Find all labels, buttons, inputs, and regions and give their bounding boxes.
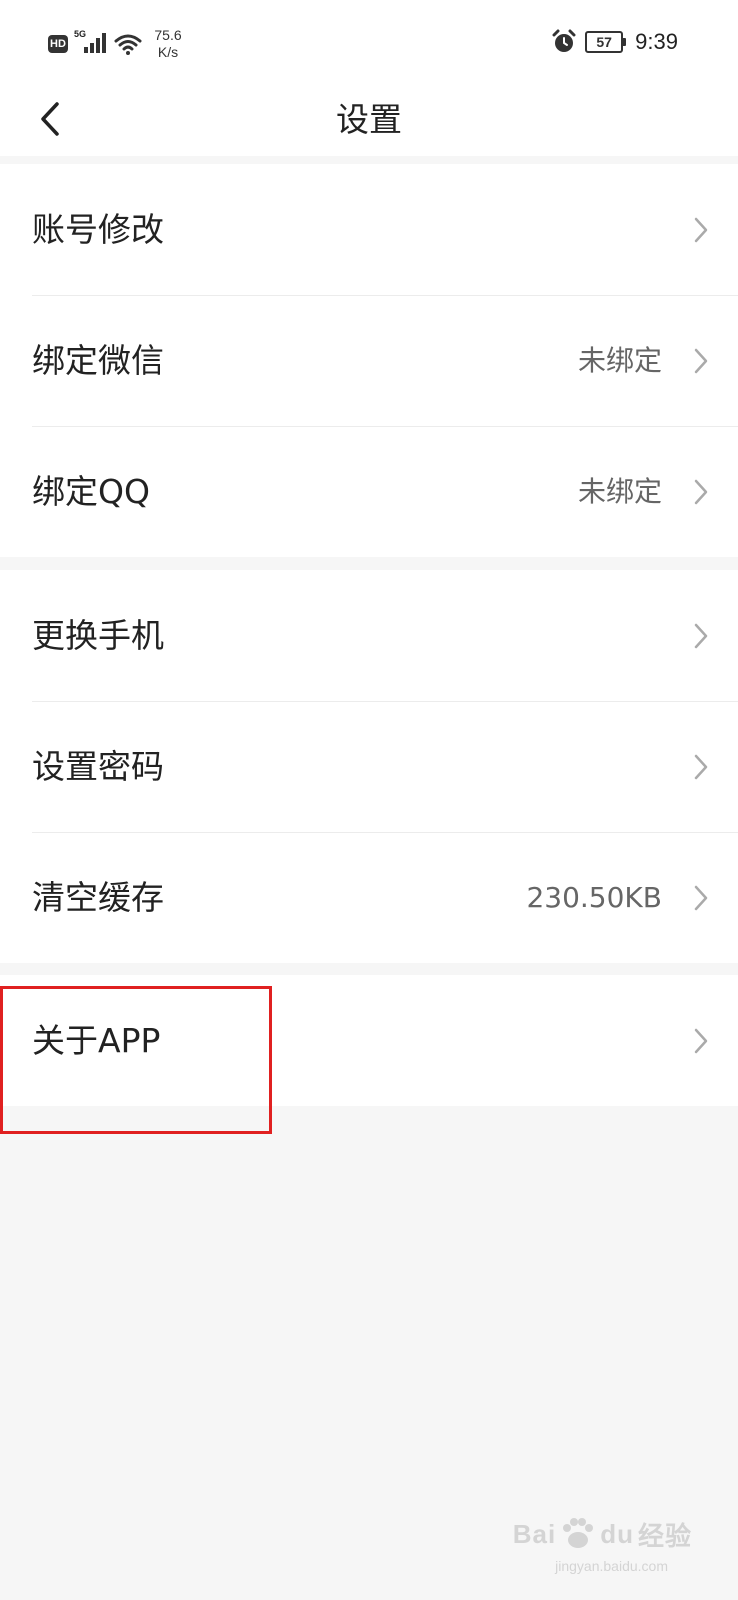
row-label: 绑定QQ	[32, 472, 150, 511]
settings-group-security: 更换手机 设置密码 清空缓存 230.50KB	[0, 570, 738, 963]
network-speed-unit: K/s	[157, 44, 179, 60]
network-speed-value: 75.6	[154, 27, 182, 43]
settings-row-clear-cache[interactable]: 清空缓存 230.50KB	[0, 832, 738, 963]
settings-row-set-password[interactable]: 设置密码	[0, 701, 738, 832]
row-label: 账号修改	[32, 210, 164, 249]
hd-badge: HD	[48, 35, 68, 53]
chevron-right-icon	[694, 623, 708, 649]
settings-row-bind-qq[interactable]: 绑定QQ 未绑定	[0, 426, 738, 557]
cellular-signal-icon: 5G	[74, 29, 110, 59]
chevron-right-icon	[694, 479, 708, 505]
row-value: 未绑定	[577, 475, 662, 508]
watermark-brand-right: du	[600, 1518, 634, 1549]
navigation-bar: 设置	[0, 84, 738, 156]
chevron-right-icon	[694, 754, 708, 780]
baidu-jingyan-watermark: Bai du 经验	[513, 1514, 692, 1554]
watermark-brand-cn: 经验	[637, 1520, 692, 1551]
row-value: 未绑定	[577, 344, 662, 377]
watermark-url: jingyan.baidu.com	[555, 1558, 668, 1574]
chevron-right-icon	[694, 217, 708, 243]
alarm-clock-icon	[552, 29, 576, 52]
settings-group-about: 关于APP	[0, 975, 738, 1106]
cache-size-value: 230.50KB	[526, 881, 662, 914]
status-right: 57 9:39	[551, 26, 678, 58]
signal-bars-icon	[84, 33, 106, 53]
page-title: 设置	[336, 100, 402, 139]
status-time: 9:39	[635, 29, 678, 54]
watermark-brand-left: Bai	[512, 1518, 557, 1549]
settings-group-account: 账号修改 绑定微信 未绑定 绑定QQ 未绑定	[0, 164, 738, 557]
row-label: 关于APP	[32, 1021, 161, 1060]
settings-row-bind-wechat[interactable]: 绑定微信 未绑定	[0, 295, 738, 426]
row-label: 设置密码	[32, 747, 164, 786]
network-speed: 75.6 K/s	[148, 27, 188, 61]
chevron-right-icon	[694, 885, 708, 911]
status-left: HD 5G 75.6 K/s	[48, 26, 188, 62]
wifi-icon	[114, 34, 142, 55]
settings-row-about-app[interactable]: 关于APP	[0, 975, 738, 1106]
settings-row-account-edit[interactable]: 账号修改	[0, 164, 738, 295]
chevron-right-icon	[694, 348, 708, 374]
settings-row-change-phone[interactable]: 更换手机	[0, 570, 738, 701]
row-label: 清空缓存	[32, 878, 164, 917]
paw-logo-icon	[563, 1518, 594, 1548]
battery-level: 57	[596, 34, 612, 50]
status-bar: HD 5G 75.6 K/s 57 9:39	[0, 0, 738, 84]
chevron-right-icon	[694, 1028, 708, 1054]
row-label: 绑定微信	[32, 341, 164, 380]
battery-icon: 57	[585, 31, 627, 53]
row-label: 更换手机	[32, 616, 164, 655]
